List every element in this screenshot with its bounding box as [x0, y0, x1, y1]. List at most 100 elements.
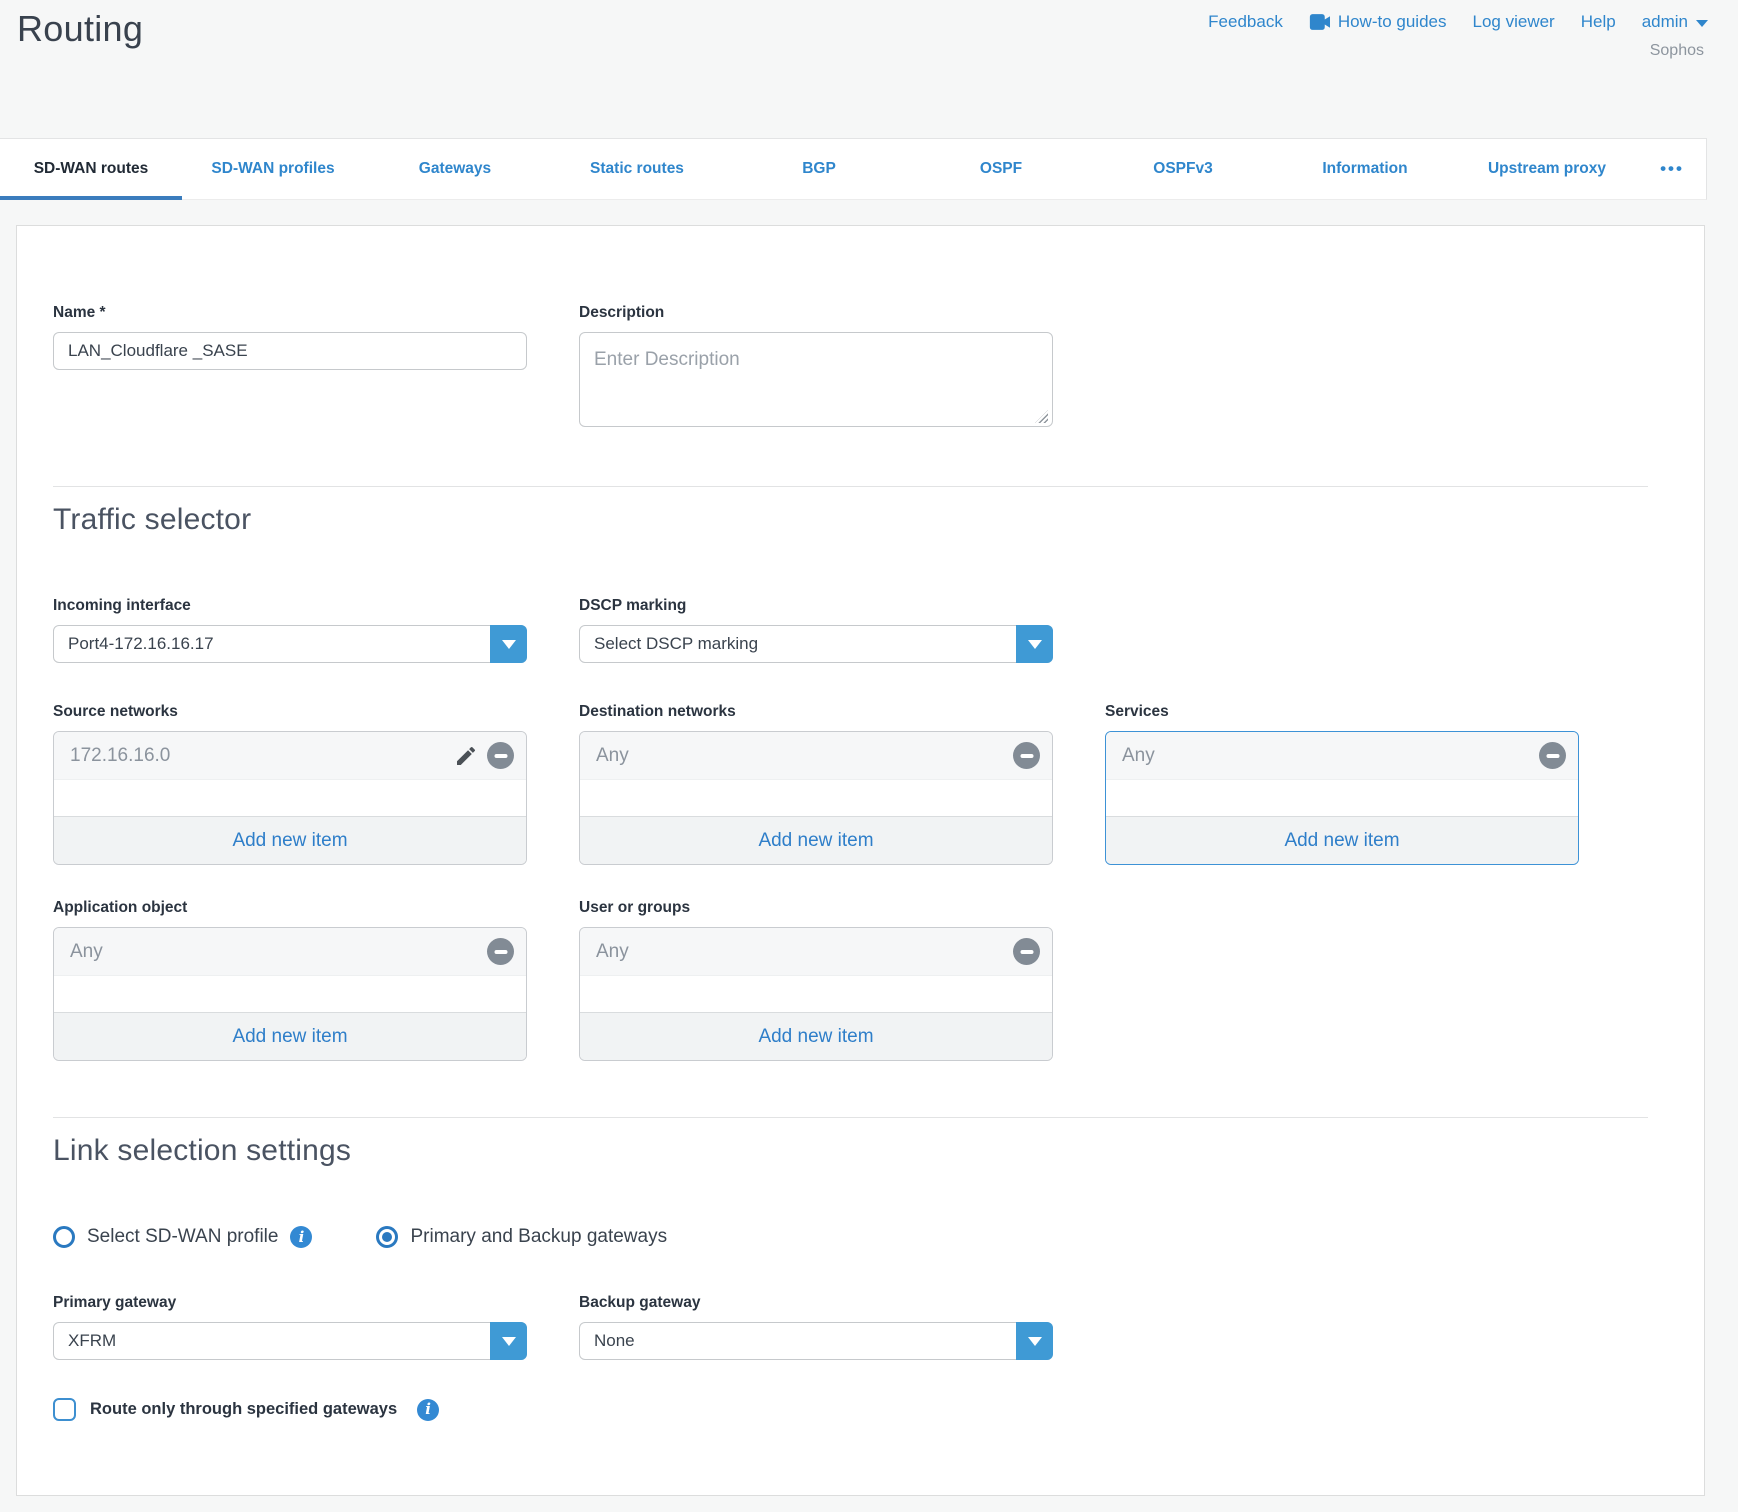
edit-pencil-icon[interactable] — [454, 744, 478, 768]
application-users-row: Application object Any Add new item User… — [53, 899, 1648, 1061]
application-object-listbox: Any Add new item — [53, 927, 527, 1061]
help-link[interactable]: Help — [1581, 12, 1616, 32]
backup-gateway-dropdown[interactable]: None — [579, 1322, 1053, 1360]
list-item-icons — [1013, 742, 1040, 769]
destination-networks-label: Destination networks — [579, 703, 1053, 721]
backup-gateway-group: Backup gateway None — [579, 1294, 1053, 1360]
list-empty-space — [54, 780, 526, 816]
more-tabs-button[interactable]: ••• — [1638, 139, 1706, 199]
header-links: Feedback How-to guides Log viewer Help a… — [1208, 12, 1708, 32]
incoming-interface-group: Incoming interface Port4-172.16.16.17 — [53, 597, 527, 663]
services-label: Services — [1105, 703, 1579, 721]
feedback-link[interactable]: Feedback — [1208, 12, 1283, 32]
user-or-groups-listbox: Any Add new item — [579, 927, 1053, 1061]
admin-menu-label: admin — [1642, 12, 1688, 32]
add-new-item-button[interactable]: Add new item — [54, 1012, 526, 1060]
remove-minus-icon[interactable] — [487, 938, 514, 965]
services-listbox: Any Add new item — [1105, 731, 1579, 865]
dropdown-arrow-button[interactable] — [490, 625, 527, 663]
name-description-row: Name * Description — [53, 304, 1648, 432]
primary-gateway-group: Primary gateway XFRM — [53, 1294, 527, 1360]
tab-information[interactable]: Information — [1274, 139, 1456, 199]
description-label: Description — [579, 304, 1053, 322]
howto-guides-link[interactable]: How-to guides — [1309, 12, 1447, 32]
route-only-checkbox[interactable] — [53, 1398, 76, 1421]
list-item-icons — [1539, 742, 1566, 769]
tab-ospf[interactable]: OSPF — [910, 139, 1092, 199]
remove-minus-icon[interactable] — [487, 742, 514, 769]
gateways-row: Primary gateway XFRM Backup gateway None — [53, 1294, 1648, 1360]
list-item: Any — [54, 928, 526, 976]
link-selection-options: Select SD-WAN profile Primary and Backup… — [53, 1226, 1648, 1248]
name-field-group: Name * — [53, 304, 527, 432]
tab-static-routes[interactable]: Static routes — [546, 139, 728, 199]
dropdown-arrow-button[interactable] — [490, 1322, 527, 1360]
brand-label: Sophos — [1650, 42, 1704, 60]
admin-menu-button[interactable]: admin — [1642, 12, 1708, 32]
dscp-marking-value: Select DSCP marking — [594, 634, 758, 654]
dropdown-arrow-button[interactable] — [1016, 1322, 1053, 1360]
remove-minus-icon[interactable] — [1013, 938, 1040, 965]
radio-primary-backup-gateways[interactable]: Primary and Backup gateways — [376, 1226, 667, 1248]
primary-gateway-label: Primary gateway — [53, 1294, 527, 1312]
incoming-interface-value: Port4-172.16.16.17 — [68, 634, 214, 654]
radio-select-sdwan-profile[interactable]: Select SD-WAN profile — [53, 1226, 312, 1248]
chevron-down-icon — [1696, 20, 1708, 27]
list-item: 172.16.16.0 — [54, 732, 526, 780]
radio-icon — [376, 1226, 398, 1248]
route-only-label: Route only through specified gateways — [90, 1400, 397, 1419]
tab-gateways[interactable]: Gateways — [364, 139, 546, 199]
remove-minus-icon[interactable] — [1539, 742, 1566, 769]
application-object-group: Application object Any Add new item — [53, 899, 527, 1061]
dscp-marking-dropdown[interactable]: Select DSCP marking — [579, 625, 1053, 663]
networks-services-row: Source networks 172.16.16.0 Add new item — [53, 703, 1648, 865]
user-or-groups-label: User or groups — [579, 899, 1053, 917]
content-panel: Name * Description Traffic selector Inco… — [16, 225, 1705, 1496]
dscp-marking-group: DSCP marking Select DSCP marking — [579, 597, 1053, 663]
backup-gateway-label: Backup gateway — [579, 1294, 1053, 1312]
log-viewer-link[interactable]: Log viewer — [1473, 12, 1555, 32]
tab-bar: SD-WAN routes SD-WAN profiles Gateways S… — [0, 138, 1707, 200]
destination-networks-listbox: Any Add new item — [579, 731, 1053, 865]
name-input[interactable] — [53, 332, 527, 370]
list-item-icons — [454, 742, 514, 769]
chevron-down-icon — [502, 1337, 516, 1346]
list-empty-space — [1106, 780, 1578, 816]
list-item: Any — [580, 732, 1052, 780]
info-icon[interactable] — [290, 1226, 312, 1248]
tab-sdwan-profiles[interactable]: SD-WAN profiles — [182, 139, 364, 199]
info-icon[interactable] — [417, 1399, 439, 1421]
tab-bgp[interactable]: BGP — [728, 139, 910, 199]
list-item-text: 172.16.16.0 — [70, 745, 170, 767]
tab-sdwan-routes[interactable]: SD-WAN routes — [0, 139, 182, 199]
primary-gateway-dropdown[interactable]: XFRM — [53, 1322, 527, 1360]
tab-ospfv3[interactable]: OSPFv3 — [1092, 139, 1274, 199]
description-textarea-wrap — [579, 332, 1053, 432]
description-field-group: Description — [579, 304, 1053, 432]
add-new-item-button[interactable]: Add new item — [580, 816, 1052, 864]
incoming-interface-dropdown[interactable]: Port4-172.16.16.17 — [53, 625, 527, 663]
add-new-item-button[interactable]: Add new item — [54, 816, 526, 864]
dropdown-arrow-button[interactable] — [1016, 625, 1053, 663]
add-new-item-button[interactable]: Add new item — [580, 1012, 1052, 1060]
link-selection-heading: Link selection settings — [53, 1134, 1648, 1168]
list-item-icons — [487, 938, 514, 965]
list-item-text: Any — [70, 941, 103, 963]
description-textarea[interactable] — [579, 332, 1053, 427]
tab-upstream-proxy[interactable]: Upstream proxy — [1456, 139, 1638, 199]
chevron-down-icon — [1028, 640, 1042, 649]
radio-label: Primary and Backup gateways — [410, 1226, 667, 1248]
traffic-selector-heading: Traffic selector — [53, 503, 1648, 537]
radio-icon — [53, 1226, 75, 1248]
source-networks-listbox: 172.16.16.0 Add new item — [53, 731, 527, 865]
page-header: Routing Feedback How-to guides Log viewe… — [0, 0, 1738, 138]
backup-gateway-value: None — [594, 1331, 635, 1351]
chevron-down-icon — [1028, 1337, 1042, 1346]
list-item: Any — [1106, 732, 1578, 780]
list-item-text: Any — [1122, 745, 1155, 767]
add-new-item-button[interactable]: Add new item — [1106, 816, 1578, 864]
interface-dscp-row: Incoming interface Port4-172.16.16.17 DS… — [53, 597, 1648, 663]
list-empty-space — [580, 780, 1052, 816]
remove-minus-icon[interactable] — [1013, 742, 1040, 769]
destination-networks-group: Destination networks Any Add new item — [579, 703, 1053, 865]
